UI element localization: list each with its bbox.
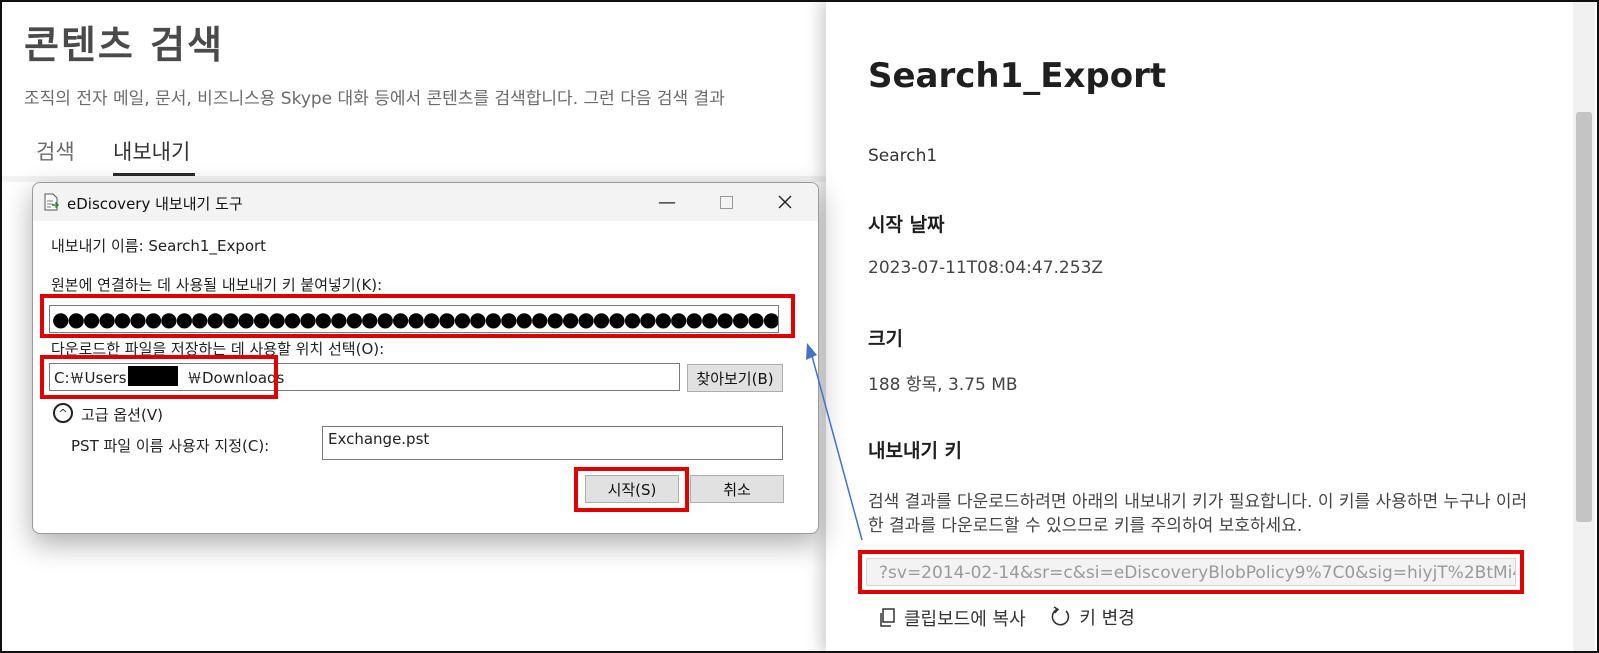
export-key-actions: 클립보드에 복사 키 변경 (878, 604, 1153, 633)
chevron-up-circle-icon[interactable]: ^ (53, 403, 73, 423)
export-key-field[interactable]: ?sv=2014-02-14&sr=c&si=eDiscoveryBlobPol… (866, 558, 1516, 586)
dialog-title: eDiscovery 내보내기 도구 (67, 195, 243, 213)
minimize-icon: — (658, 191, 676, 213)
copy-label: 클립보드에 복사 (904, 609, 1026, 630)
export-key-description: 검색 결과를 다운로드하려면 아래의 내보내기 키가 필요합니다. 이 키를 사… (868, 492, 1528, 536)
refresh-icon (1052, 606, 1070, 626)
close-button[interactable] (763, 187, 807, 217)
regen-label: 키 변경 (1079, 608, 1135, 629)
copy-icon (880, 608, 895, 627)
browse-button[interactable]: 찾아보기(B) (687, 364, 783, 392)
page-title: 콘텐츠 검색 (24, 23, 225, 67)
cancel-button[interactable]: 취소 (690, 475, 784, 503)
advanced-options-toggle[interactable]: 고급 옵션(V) (81, 404, 163, 425)
panel-title: Search1_Export (868, 56, 1167, 96)
export-key-paste-label: 원본에 연결하는 데 사용될 내보내기 키 붙여넣기(K): (51, 276, 383, 294)
maximize-icon (719, 195, 733, 209)
export-tool-icon (44, 193, 59, 211)
minimize-button[interactable]: — (645, 187, 689, 217)
panel-subtitle: Search1 (868, 146, 938, 166)
pst-name-field[interactable]: Exchange.pst (322, 426, 783, 460)
page-description: 조직의 전자 메일, 문서, 비즈니스용 Skype 대화 등에서 콘텐츠를 검… (24, 89, 725, 109)
ediscovery-export-dialog: eDiscovery 내보내기 도구 — 내보내기 이름: Search1_Ex… (32, 182, 819, 534)
maximize-button[interactable] (704, 187, 748, 217)
dialog-titlebar[interactable]: eDiscovery 내보내기 도구 — (33, 183, 818, 221)
size-value: 188 항목, 3.75 MB (868, 375, 1018, 395)
close-icon (778, 195, 792, 209)
start-date-value: 2023-07-11T08:04:47.253Z (868, 258, 1104, 278)
export-name-label: 내보내기 이름: Search1_Export (51, 237, 267, 255)
regenerate-key-button[interactable]: 키 변경 (1049, 604, 1135, 630)
export-key-heading: 내보내기 키 (868, 440, 963, 462)
export-key-highlight: ?sv=2014-02-14&sr=c&si=eDiscoveryBlobPol… (858, 550, 1524, 594)
scrollbar-thumb[interactable] (1576, 112, 1592, 522)
path-highlight (40, 355, 278, 399)
start-date-heading: 시작 날짜 (868, 214, 945, 236)
tab-search[interactable]: 검색 (36, 136, 75, 166)
copy-to-clipboard-button[interactable]: 클립보드에 복사 (878, 605, 1026, 631)
export-details-panel: Search1_Export Search1 시작 날짜 2023-07-11T… (826, 0, 1599, 653)
pst-name-label: PST 파일 이름 사용자 지정(C): (71, 437, 270, 455)
start-button-highlight (574, 467, 689, 512)
key-field-highlight (40, 294, 795, 338)
size-heading: 크기 (868, 328, 903, 350)
tab-export[interactable]: 내보내기 (113, 136, 190, 166)
panel-scrollbar[interactable] (1573, 0, 1595, 653)
